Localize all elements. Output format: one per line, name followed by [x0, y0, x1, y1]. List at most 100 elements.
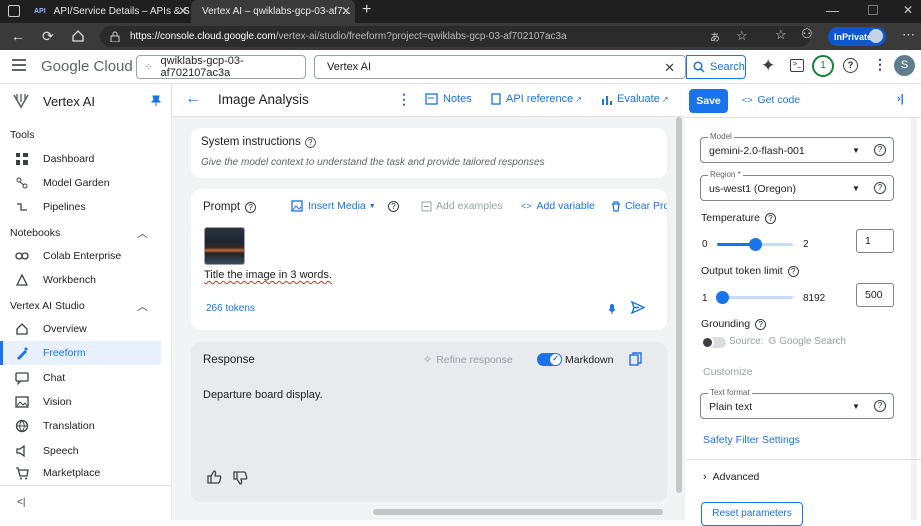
search-input[interactable]: Vertex AI ✕ [314, 55, 686, 79]
help-icon[interactable]: ? [874, 400, 886, 412]
gemini-sparkle-icon[interactable]: ✦ [761, 56, 775, 76]
add-examples-button[interactable]: Add examples [421, 200, 503, 212]
close-tab-icon[interactable]: ✕ [178, 4, 188, 18]
address-bar[interactable]: https://console.cloud.google.com/vertex-… [100, 26, 810, 47]
google-cloud-logo[interactable]: Google Cloud [41, 58, 133, 75]
account-avatar[interactable]: S [894, 55, 915, 76]
minimize-icon[interactable]: — [826, 3, 839, 18]
text-format-label: Text format [708, 388, 752, 397]
text-format-select[interactable]: Text format Plain text ▼ ? [700, 388, 894, 419]
sidebar-item-freeform[interactable]: Freeform [0, 341, 161, 365]
help-icon[interactable]: ? [787, 265, 799, 277]
sidebar-item-dashboard[interactable]: Dashboard [0, 147, 161, 171]
safety-filter-link[interactable]: Safety Filter Settings [703, 434, 800, 446]
insert-media-button[interactable]: Insert Media ▼ [291, 200, 376, 212]
inprivate-badge[interactable]: InPrivate [828, 27, 886, 46]
center-scrollbar[interactable] [676, 117, 682, 493]
help-icon[interactable]: ? [843, 58, 858, 73]
thumbs-up-icon[interactable] [207, 470, 222, 484]
grounding-source: Source: G Google Search [729, 336, 846, 347]
close-tab-icon[interactable]: ✕ [341, 4, 351, 18]
source-value: Google Search [779, 336, 846, 347]
save-button[interactable]: Save [689, 89, 728, 113]
refine-response-button[interactable]: ✧ Refine response [423, 353, 513, 367]
help-icon[interactable]: ? [874, 144, 886, 156]
grounding-heading: Grounding ? [701, 318, 767, 330]
output-token-input[interactable]: 500 [856, 283, 894, 307]
markdown-toggle[interactable]: ✓ [537, 353, 562, 366]
prompt-text[interactable]: Title the image in 3 words. [204, 269, 332, 281]
pin-icon[interactable] [151, 95, 161, 107]
clear-prompt-button[interactable]: Clear Pror [611, 200, 667, 212]
collapse-sidebar-icon[interactable]: <| [17, 497, 25, 508]
project-picker[interactable]: ⁘ qwiklabs-gcp-03-af702107ac3a [136, 55, 306, 79]
notes-button[interactable]: Notes [425, 93, 472, 105]
insert-media-icon [291, 200, 303, 212]
maximize-icon[interactable] [868, 5, 878, 15]
collections-icon[interactable]: ⚇ [801, 26, 813, 42]
sidebar-item-speech[interactable]: Speech [0, 439, 161, 463]
help-icon[interactable]: ? [304, 136, 316, 148]
home-icon[interactable] [71, 29, 85, 43]
tab-actions-icon[interactable] [8, 5, 20, 17]
url-host: https://console.cloud.google.com [130, 31, 276, 42]
browser-tab-api-details[interactable]: API API/Service Details – APIs & Servi [28, 0, 190, 23]
clear-search-icon[interactable]: ✕ [664, 60, 675, 76]
chevron-up-icon[interactable]: ︿ [137, 225, 148, 241]
sidebar-item-overview[interactable]: Overview [0, 317, 161, 341]
sidebar-item-pipelines[interactable]: Pipelines [0, 195, 161, 219]
collapse-panel-icon[interactable]: ›| [897, 93, 904, 105]
more-vert-icon[interactable]: ⋮ [873, 56, 887, 73]
favorites-icon[interactable]: ☆ [775, 27, 787, 43]
help-icon[interactable]: ? [245, 201, 257, 213]
microphone-icon[interactable] [608, 303, 616, 315]
sidebar-item-translation[interactable]: Translation [0, 414, 161, 438]
back-arrow-icon[interactable]: ← [11, 28, 25, 44]
evaluate-link[interactable]: Evaluate ↗ [601, 93, 669, 105]
sidebar-item-workbench[interactable]: Workbench [0, 268, 161, 292]
horizontal-scrollbar[interactable] [373, 509, 663, 515]
region-select-label: Region * [708, 170, 743, 179]
sidebar-item-vision[interactable]: Vision [0, 390, 161, 414]
advanced-expander[interactable]: › Advanced [703, 471, 759, 483]
system-instructions-card[interactable]: System instructions ? Give the model con… [191, 128, 667, 178]
more-options-icon[interactable]: ⋯ [902, 27, 915, 43]
back-arrow-icon[interactable]: ← [185, 90, 201, 108]
help-icon[interactable]: ? [764, 212, 776, 224]
sidebar-item-chat[interactable]: Chat [0, 366, 161, 390]
region-select[interactable]: Region * us-west1 (Oregon) ▼ ? [700, 170, 894, 201]
refresh-icon[interactable]: ⟳ [42, 28, 54, 45]
get-code-button[interactable]: <> Get code [742, 94, 800, 106]
search-button[interactable]: Search [686, 55, 746, 79]
grounding-toggle[interactable] [701, 336, 726, 349]
sidebar-item-marketplace[interactable]: Marketplace [0, 461, 161, 485]
model-select[interactable]: Model gemini-2.0-flash-001 ▼ ? [700, 132, 894, 163]
favorite-star-icon[interactable]: ☆ [736, 28, 748, 44]
sidebar-item-model-garden[interactable]: Model Garden [0, 171, 161, 195]
cloud-shell-icon[interactable]: >_ [790, 59, 804, 72]
chevron-up-icon[interactable]: ︿ [137, 298, 148, 314]
more-vert-icon[interactable]: ⋮ [397, 91, 411, 108]
sidebar-item-colab[interactable]: Colab Enterprise [0, 244, 161, 268]
temperature-input[interactable]: 1 [856, 229, 894, 253]
help-icon[interactable]: ? [874, 182, 886, 194]
profile-avatar [869, 29, 883, 43]
browser-tab-vertex[interactable]: Vertex AI – qwiklabs-gcp-03-af7... [191, 0, 355, 23]
thumbs-down-icon[interactable] [233, 471, 248, 485]
hamburger-menu-icon[interactable] [12, 59, 26, 71]
uploaded-image-thumbnail[interactable] [204, 227, 245, 265]
system-instructions-placeholder[interactable]: Give the model context to understand the… [201, 157, 545, 168]
help-icon[interactable]: ? [755, 318, 767, 330]
new-tab-icon[interactable]: + [362, 1, 371, 19]
help-icon[interactable]: ? [388, 201, 399, 212]
send-icon[interactable] [631, 301, 645, 314]
add-variable-button[interactable]: <> Add variable [521, 200, 595, 212]
close-window-icon[interactable]: ✕ [903, 3, 913, 17]
notifications-badge[interactable]: 1 [812, 55, 834, 77]
output-token-slider-handle[interactable] [716, 291, 729, 304]
read-aloud-icon[interactable]: あ [710, 29, 720, 44]
api-reference-link[interactable]: API reference ↗ [491, 93, 582, 105]
copy-icon[interactable] [629, 352, 642, 367]
temperature-slider-handle[interactable] [749, 238, 762, 251]
reset-parameters-button[interactable]: Reset parameters [701, 502, 803, 526]
